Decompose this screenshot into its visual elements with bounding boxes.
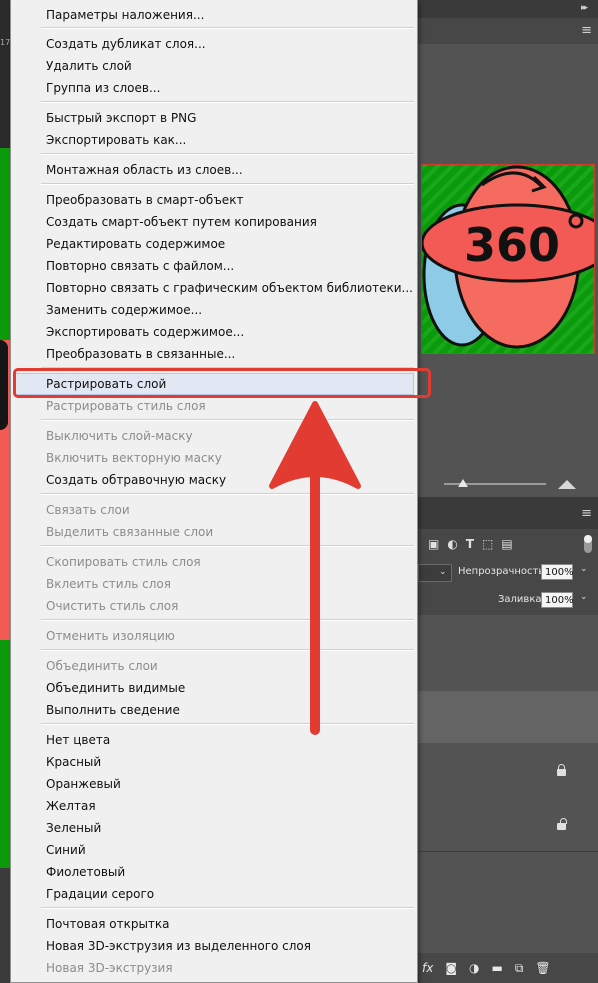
navigator-panel: ▸▸ ≡ 360	[418, 0, 598, 497]
layer-row[interactable]	[418, 639, 598, 692]
preview-360-text: 360	[464, 218, 560, 272]
highlight-outline	[13, 368, 431, 398]
menu-item[interactable]: Красный	[46, 751, 101, 773]
layers-panel-header: ≡	[418, 497, 598, 529]
menu-item[interactable]: Почтовая открытка	[46, 913, 170, 935]
menu-separator	[41, 649, 414, 651]
menu-item[interactable]: Оранжевый	[46, 773, 121, 795]
menu-item[interactable]: Удалить слой	[46, 55, 132, 77]
folder-icon[interactable]: ▬	[491, 961, 502, 976]
menu-item[interactable]: Преобразовать в смарт-объект	[46, 189, 243, 211]
panel-header: ▸▸	[418, 0, 598, 18]
menu-item[interactable]: Выполнить сведение	[46, 699, 180, 721]
navigator-zoom-slider[interactable]	[444, 479, 546, 487]
layer-row[interactable]	[418, 743, 598, 798]
menu-item[interactable]: Фиолетовый	[46, 861, 125, 883]
menu-item[interactable]: Нет цвета	[46, 729, 110, 751]
collapse-panels-icon[interactable]: ▸▸	[581, 3, 588, 13]
menu-item[interactable]: Повторно связать с файлом...	[46, 255, 234, 277]
document-tab-fragment: 17	[0, 38, 11, 47]
layers-panel: ≡ ▣ ◐ T ⬚ ▤ ⌄ Непрозрачность: 100% ⌄ Зал…	[418, 497, 598, 983]
menu-item: Очистить стиль слоя	[46, 599, 179, 613]
menu-item: Включить векторную маску	[46, 451, 222, 465]
menu-item: Выделить связанные слои	[46, 525, 214, 539]
menu-separator	[41, 419, 414, 421]
menu-item[interactable]: Новая 3D-экструзия из выделенного слоя	[46, 935, 311, 957]
fx-icon[interactable]: fx	[422, 961, 433, 976]
layer-row[interactable]	[418, 615, 598, 640]
menu-item[interactable]: Синий	[46, 839, 86, 861]
mask-icon[interactable]: ◙	[445, 961, 457, 976]
menu-item[interactable]: Экспортировать содержимое...	[46, 321, 244, 343]
menu-item: Новая 3D-экструзия	[46, 961, 173, 975]
menu-separator	[41, 907, 414, 909]
filter-toggle[interactable]	[584, 535, 592, 553]
menu-item[interactable]: Экспортировать как...	[46, 129, 186, 151]
menu-item: Отменить изоляцию	[46, 629, 175, 643]
menu-item[interactable]: Быстрый экспорт в PNG	[46, 107, 196, 129]
new-layer-icon[interactable]: ⧉	[515, 961, 524, 976]
blend-mode-select[interactable]: ⌄	[418, 564, 452, 582]
opacity-field[interactable]: 100%	[541, 564, 574, 580]
opacity-dropdown-icon[interactable]: ⌄	[580, 564, 588, 574]
menu-separator	[41, 153, 414, 155]
menu-separator	[41, 101, 414, 103]
fill-row: Заливка: 100% ⌄	[418, 586, 598, 615]
preview-image: 360	[422, 165, 594, 353]
fill-label: Заливка:	[498, 594, 545, 605]
trash-icon[interactable]: 🗑	[535, 961, 550, 976]
zoom-in-mountain-icon[interactable]	[558, 480, 576, 489]
unlock-icon	[557, 818, 567, 830]
fill-field[interactable]: 100%	[541, 592, 574, 608]
layer-row[interactable]	[418, 797, 598, 852]
menu-item: Растрировать стиль слоя	[46, 399, 206, 413]
canvas-black-shape	[0, 340, 8, 430]
layer-context-menu: Параметры наложения... Создать дубликат с…	[10, 0, 418, 983]
menu-item[interactable]: Группа из слоев...	[46, 77, 160, 99]
shape-filter-icon[interactable]: ⬚	[482, 537, 493, 551]
layers-bottom-bar: fx ◙ ◑ ▬ ⧉ 🗑	[418, 953, 598, 983]
menu-separator	[41, 545, 414, 547]
opacity-row: ⌄ Непрозрачность: 100% ⌄	[418, 559, 598, 586]
menu-item[interactable]: Создать обтравочную маску	[46, 469, 226, 491]
menu-item[interactable]: Создать смарт-объект путем копирования	[46, 211, 317, 233]
menu-item: Выключить слой-маску	[46, 429, 193, 443]
adjustment-icon[interactable]: ◑	[469, 961, 479, 976]
menu-item: Связать слои	[46, 503, 130, 517]
menu-item[interactable]: Зеленый	[46, 817, 101, 839]
image-filter-icon[interactable]: ▣	[428, 537, 439, 551]
menu-separator	[41, 27, 414, 29]
menu-item[interactable]: Преобразовать в связанные...	[46, 343, 235, 365]
type-filter-icon[interactable]: T	[466, 537, 474, 551]
menu-item[interactable]: Повторно связать с графическим объектом …	[46, 277, 413, 299]
menu-item[interactable]: Создать дубликат слоя...	[46, 33, 206, 55]
adjustment-filter-icon[interactable]: ◐	[447, 537, 457, 551]
menu-item[interactable]: Заменить содержимое...	[46, 299, 202, 321]
panel-menu-icon[interactable]: ≡	[581, 24, 592, 37]
menu-item[interactable]: Градации серого	[46, 883, 154, 905]
fill-dropdown-icon[interactable]: ⌄	[580, 592, 588, 602]
lock-icon	[557, 764, 566, 776]
menu-separator	[41, 183, 414, 185]
layer-filter-row: ▣ ◐ T ⬚ ▤	[418, 529, 598, 559]
menu-item[interactable]: Монтажная область из слоев...	[46, 159, 243, 181]
menu-item[interactable]: Желтая	[46, 795, 96, 817]
menu-separator	[41, 619, 414, 621]
menu-item[interactable]: Параметры наложения...	[46, 4, 204, 26]
navigator-preview[interactable]: 360	[421, 164, 595, 354]
layer-row-selected[interactable]	[418, 691, 598, 744]
opacity-label: Непрозрачность:	[458, 566, 548, 577]
menu-item[interactable]: Объединить видимые	[46, 677, 185, 699]
menu-separator	[41, 493, 414, 495]
navigator-tab-bar: ≡	[418, 18, 598, 44]
menu-item: Вклеить стиль слоя	[46, 577, 171, 591]
smart-object-filter-icon[interactable]: ▤	[501, 537, 512, 551]
zoom-slider-thumb[interactable]	[458, 479, 468, 487]
menu-item: Скопировать стиль слоя	[46, 555, 201, 569]
menu-item: Объединить слои	[46, 659, 158, 673]
layers-menu-icon[interactable]: ≡	[581, 507, 592, 520]
menu-separator	[41, 723, 414, 725]
menu-item[interactable]: Редактировать содержимое	[46, 233, 225, 255]
